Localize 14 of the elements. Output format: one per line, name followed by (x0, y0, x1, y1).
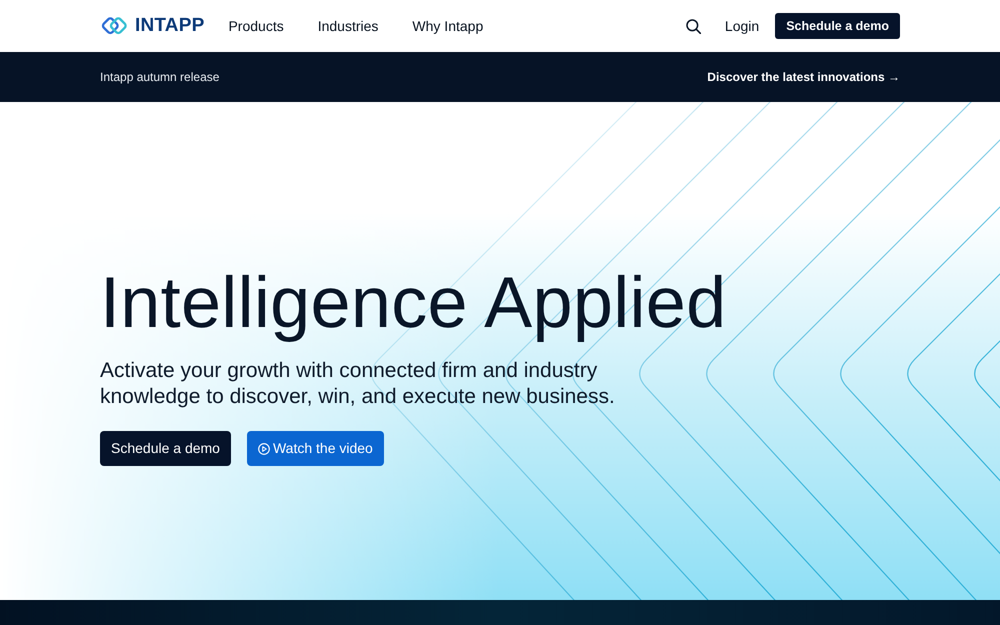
announcement-text: Intapp autumn release (100, 69, 220, 86)
nav-link[interactable]: Industries (318, 16, 378, 36)
play-circle-icon (258, 442, 270, 455)
nav-link[interactable]: Products (228, 16, 284, 36)
login-link[interactable]: Login (724, 16, 760, 36)
announcement-link[interactable]: Discover the latest innovations → (707, 68, 900, 86)
logo-link[interactable]: INTAPP (100, 12, 204, 40)
hero-heading: Intelligence Applied (100, 264, 728, 344)
watch-video-button[interactable]: Watch the video (246, 431, 384, 466)
schedule-demo-button[interactable]: Schedule a demo (100, 431, 231, 466)
search-icon[interactable] (686, 18, 701, 34)
schedule-demo-button[interactable]: Schedule a demo (775, 13, 900, 39)
hero-subheading: Activate your growth with connected firm and industry knowledge to discover, win, and execute new business. (100, 358, 616, 410)
nav-link[interactable]: Why Intapp (412, 16, 484, 36)
